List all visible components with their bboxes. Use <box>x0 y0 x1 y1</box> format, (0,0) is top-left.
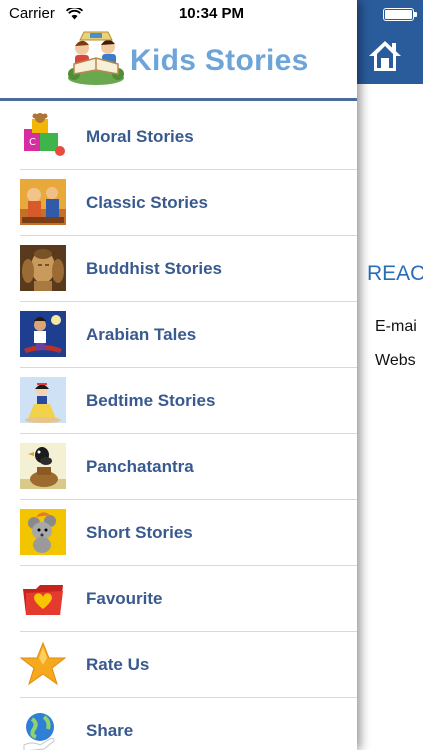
header-divider <box>0 98 357 101</box>
menu-item-rate-us[interactable]: Rate Us <box>0 632 357 698</box>
heart-folder-icon <box>20 575 66 621</box>
menu-item-buddhist-stories[interactable]: Buddhist Stories <box>0 236 357 302</box>
menu-item-bedtime-stories[interactable]: Bedtime Stories <box>0 368 357 434</box>
menu-item-classic-stories[interactable]: Classic Stories <box>0 170 357 236</box>
children-reading-book-icon <box>66 30 126 86</box>
crow-and-pot-thumbnail <box>20 443 66 489</box>
home-icon <box>369 41 401 71</box>
menu-item-label: Moral Stories <box>86 127 194 146</box>
princess-thumbnail <box>20 377 66 423</box>
side-drawer: Kids Stories C Moral Stories Classic Sto… <box>0 0 357 750</box>
menu-item-short-stories[interactable]: Short Stories <box>0 500 357 566</box>
menu-item-label: Favourite <box>86 589 163 608</box>
menu-item-label: Classic Stories <box>86 193 208 212</box>
toy-blocks-icon: C <box>20 113 66 159</box>
menu-item-label: Arabian Tales <box>86 325 197 344</box>
menu-item-label: Rate Us <box>86 655 150 674</box>
drawer-header: Kids Stories <box>0 0 357 101</box>
menu-item-arabian-tales[interactable]: Arabian Tales <box>0 302 357 368</box>
mouse-thumbnail <box>20 509 66 555</box>
menu-item-label: Panchatantra <box>86 457 194 476</box>
main-content-panel: REAC E-mai Webs <box>355 0 423 750</box>
menu-item-moral-stories[interactable]: C Moral Stories <box>0 104 357 170</box>
home-button[interactable] <box>367 38 403 74</box>
aladdin-thumbnail <box>20 311 66 357</box>
star-icon <box>19 641 67 687</box>
buddha-thumbnail <box>20 245 66 291</box>
menu-item-label: Short Stories <box>86 523 193 542</box>
website-line[interactable]: Webs <box>375 352 416 370</box>
menu-item-panchatantra[interactable]: Panchatantra <box>0 434 357 500</box>
menu-item-label: Share <box>86 721 134 740</box>
menu-item-favourite[interactable]: Favourite <box>0 566 357 632</box>
email-line: E-mai <box>375 318 417 335</box>
classic-story-thumbnail <box>20 179 66 225</box>
main-navbar <box>355 0 423 84</box>
svg-text:C: C <box>29 137 36 148</box>
drawer-menu: C Moral Stories Classic Stories Buddhist… <box>0 104 357 750</box>
globe-share-icon <box>20 707 66 750</box>
main-heading: REAC <box>367 262 423 285</box>
menu-item-label: Buddhist Stories <box>86 259 223 278</box>
menu-item-share[interactable]: Share <box>0 698 357 750</box>
menu-item-label: Bedtime Stories <box>86 391 216 410</box>
app-title: Kids Stories <box>130 44 309 77</box>
